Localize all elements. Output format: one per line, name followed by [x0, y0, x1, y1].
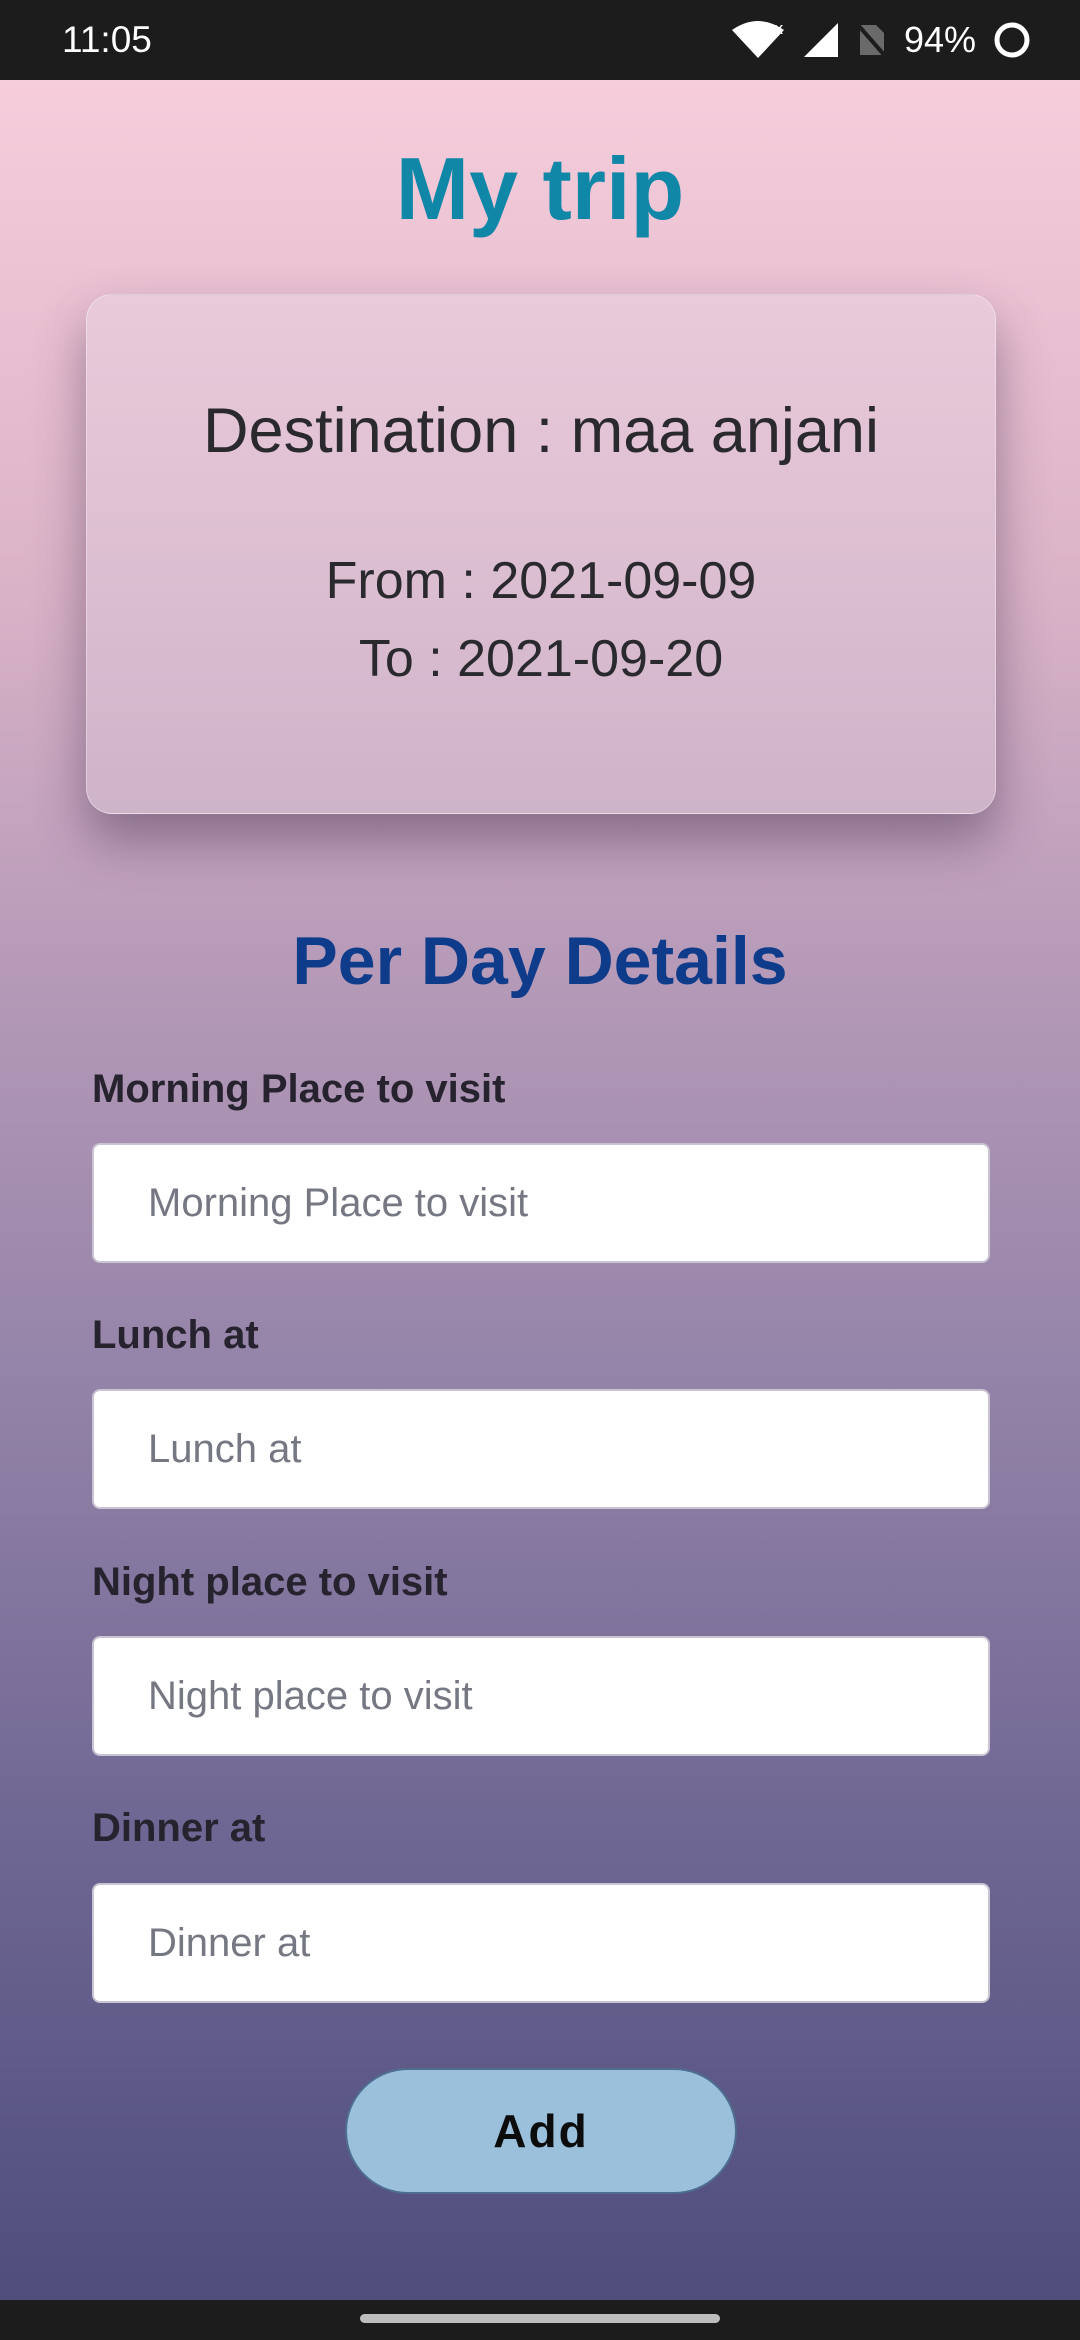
dinner-input[interactable]: [92, 1883, 990, 2003]
status-time: 11:05: [62, 19, 152, 60]
morning-place-label: Morning Place to visit: [92, 1067, 506, 1111]
trip-screen: My trip Destination : maa anjani From : …: [0, 80, 1080, 2300]
status-icons: x 94%: [730, 19, 1032, 61]
cell-signal-icon: [802, 21, 840, 59]
battery-ring-icon: [992, 20, 1032, 60]
to-date-text: To : 2021-09-20: [358, 630, 724, 688]
svg-text:x: x: [774, 20, 783, 38]
lunch-label: Lunch at: [92, 1313, 259, 1357]
status-bar: 11:05 x 94%: [0, 0, 1080, 80]
destination-text: Destination : maa anjani: [203, 396, 879, 466]
morning-place-input[interactable]: [92, 1143, 990, 1263]
home-gesture-handle[interactable]: [360, 2314, 720, 2323]
night-place-input[interactable]: [92, 1636, 990, 1756]
wifi-icon: x: [730, 20, 786, 60]
trip-summary-card: Destination : maa anjani From : 2021-09-…: [86, 294, 996, 814]
night-place-label: Night place to visit: [92, 1560, 448, 1604]
from-date-text: From : 2021-09-09: [325, 552, 757, 610]
lunch-input[interactable]: [92, 1389, 990, 1509]
no-sim-icon: [856, 21, 888, 59]
section-title: Per Day Details: [292, 923, 788, 999]
battery-percent: 94%: [903, 19, 976, 60]
dinner-label: Dinner at: [92, 1806, 266, 1850]
page-title: My trip: [395, 139, 685, 238]
add-button[interactable]: Add: [345, 2068, 737, 2194]
navigation-bar: [0, 2300, 1080, 2340]
